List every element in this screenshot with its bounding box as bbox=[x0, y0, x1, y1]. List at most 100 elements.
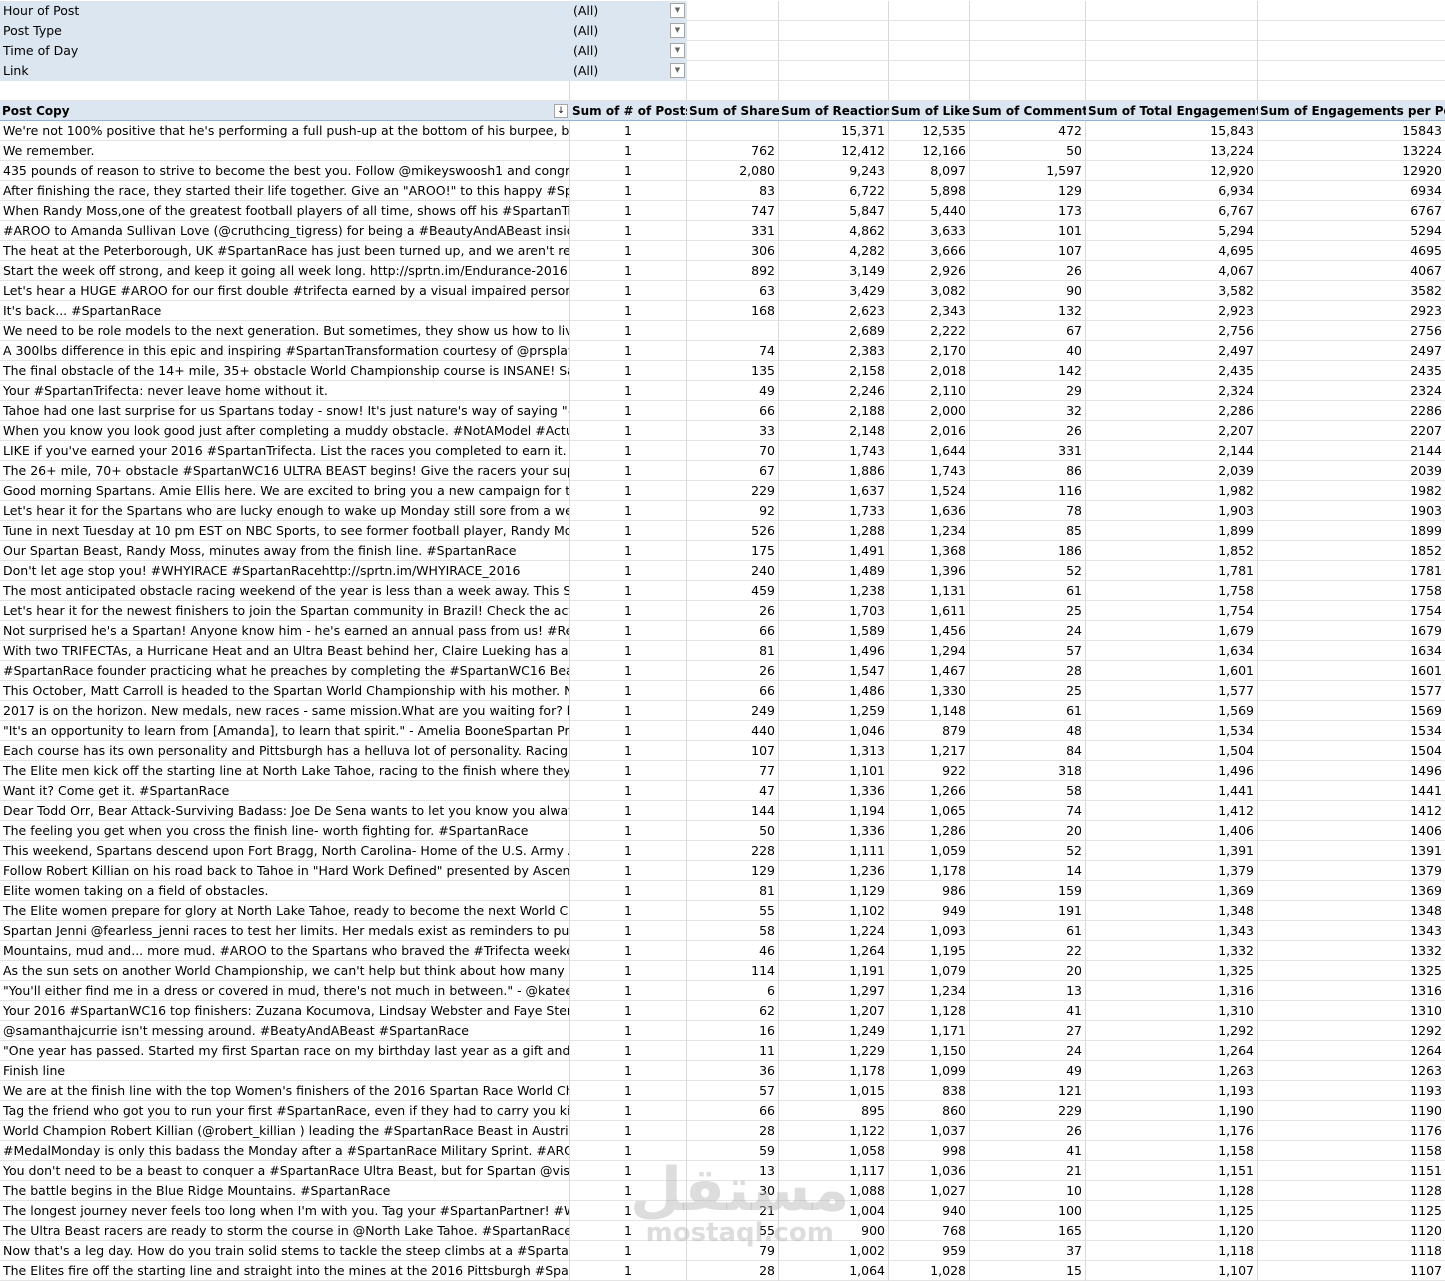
value-cell[interactable]: 121 bbox=[970, 1081, 1086, 1101]
value-cell[interactable]: 26 bbox=[970, 421, 1086, 441]
value-cell[interactable]: 1 bbox=[570, 741, 687, 761]
value-cell[interactable]: 32 bbox=[970, 401, 1086, 421]
value-cell[interactable]: 1310 bbox=[1258, 1001, 1445, 1021]
filter-value[interactable]: (All) ▼ bbox=[570, 61, 687, 81]
value-cell[interactable]: 1,368 bbox=[889, 541, 970, 561]
post-copy-cell[interactable]: The 26+ mile, 70+ obstacle #SpartanWC16 … bbox=[0, 461, 570, 481]
value-cell[interactable]: 37 bbox=[970, 1241, 1086, 1261]
value-cell[interactable]: 1,037 bbox=[889, 1121, 970, 1141]
value-cell[interactable]: 1 bbox=[570, 501, 687, 521]
value-cell[interactable]: 1,065 bbox=[889, 801, 970, 821]
value-cell[interactable]: 1,059 bbox=[889, 841, 970, 861]
value-cell[interactable]: 2,170 bbox=[889, 341, 970, 361]
value-cell[interactable]: 3,582 bbox=[1086, 281, 1258, 301]
value-cell[interactable]: 2,324 bbox=[1086, 381, 1258, 401]
value-cell[interactable]: 63 bbox=[687, 281, 779, 301]
value-cell[interactable]: 2497 bbox=[1258, 341, 1445, 361]
value-cell[interactable]: 5,847 bbox=[779, 201, 889, 221]
value-cell[interactable]: 25 bbox=[970, 601, 1086, 621]
value-cell[interactable]: 1 bbox=[570, 341, 687, 361]
value-cell[interactable]: 1,496 bbox=[1086, 761, 1258, 781]
value-cell[interactable]: 1,297 bbox=[779, 981, 889, 1001]
value-cell[interactable]: 1158 bbox=[1258, 1141, 1445, 1161]
value-cell[interactable]: 142 bbox=[970, 361, 1086, 381]
value-cell[interactable]: 1 bbox=[570, 281, 687, 301]
value-cell[interactable]: 1 bbox=[570, 761, 687, 781]
value-cell[interactable]: 1,491 bbox=[779, 541, 889, 561]
post-copy-cell[interactable]: Tahoe had one last surprise for us Spart… bbox=[0, 401, 570, 421]
value-cell[interactable]: 61 bbox=[970, 581, 1086, 601]
post-copy-cell[interactable]: The battle begins in the Blue Ridge Moun… bbox=[0, 1181, 570, 1201]
value-cell[interactable] bbox=[687, 121, 779, 141]
value-cell[interactable]: 1496 bbox=[1258, 761, 1445, 781]
post-copy-cell[interactable]: #MedalMonday is only this badass the Mon… bbox=[0, 1141, 570, 1161]
value-cell[interactable]: 107 bbox=[687, 741, 779, 761]
value-cell[interactable]: 9,243 bbox=[779, 161, 889, 181]
value-cell[interactable]: 1,379 bbox=[1086, 861, 1258, 881]
value-cell[interactable]: 1441 bbox=[1258, 781, 1445, 801]
value-cell[interactable]: 129 bbox=[687, 861, 779, 881]
value-cell[interactable]: 895 bbox=[779, 1101, 889, 1121]
value-cell[interactable]: 2,343 bbox=[889, 301, 970, 321]
post-copy-cell[interactable]: Tune in next Tuesday at 10 pm EST on NBC… bbox=[0, 521, 570, 541]
value-cell[interactable]: 101 bbox=[970, 221, 1086, 241]
post-copy-cell[interactable]: We're not 100% positive that he's perfor… bbox=[0, 121, 570, 141]
value-cell[interactable]: 2,923 bbox=[1086, 301, 1258, 321]
post-copy-cell[interactable]: After finishing the race, they started t… bbox=[0, 181, 570, 201]
value-cell[interactable]: 1,412 bbox=[1086, 801, 1258, 821]
post-copy-cell[interactable]: The heat at the Peterborough, UK #Sparta… bbox=[0, 241, 570, 261]
post-copy-cell[interactable]: Let's hear a HUGE #AROO for our first do… bbox=[0, 281, 570, 301]
value-cell[interactable]: 1412 bbox=[1258, 801, 1445, 821]
value-cell[interactable]: 1569 bbox=[1258, 701, 1445, 721]
dropdown-arrow-icon[interactable]: ▼ bbox=[670, 3, 685, 18]
value-cell[interactable] bbox=[687, 321, 779, 341]
value-cell[interactable]: 1,330 bbox=[889, 681, 970, 701]
value-cell[interactable]: 2,435 bbox=[1086, 361, 1258, 381]
value-cell[interactable]: 16 bbox=[687, 1021, 779, 1041]
value-cell[interactable]: 1634 bbox=[1258, 641, 1445, 661]
value-cell[interactable]: 1,406 bbox=[1086, 821, 1258, 841]
value-cell[interactable]: 1852 bbox=[1258, 541, 1445, 561]
value-cell[interactable]: 1 bbox=[570, 861, 687, 881]
value-cell[interactable]: 1,781 bbox=[1086, 561, 1258, 581]
post-copy-cell[interactable]: We are at the finish line with the top W… bbox=[0, 1081, 570, 1101]
value-cell[interactable]: 41 bbox=[970, 1001, 1086, 1021]
value-cell[interactable]: 21 bbox=[687, 1201, 779, 1221]
value-cell[interactable]: 3,149 bbox=[779, 261, 889, 281]
value-cell[interactable]: 249 bbox=[687, 701, 779, 721]
value-cell[interactable]: 1,128 bbox=[889, 1001, 970, 1021]
value-cell[interactable]: 1,467 bbox=[889, 661, 970, 681]
value-cell[interactable]: 2923 bbox=[1258, 301, 1445, 321]
value-cell[interactable]: 1,150 bbox=[889, 1041, 970, 1061]
value-cell[interactable]: 1,601 bbox=[1086, 661, 1258, 681]
post-copy-cell[interactable]: Elite women taking on a field of obstacl… bbox=[0, 881, 570, 901]
filter-value[interactable]: (All) ▼ bbox=[570, 1, 687, 21]
value-cell[interactable]: 1,679 bbox=[1086, 621, 1258, 641]
value-cell[interactable]: 1325 bbox=[1258, 961, 1445, 981]
value-cell[interactable]: 74 bbox=[687, 341, 779, 361]
value-cell[interactable]: 52 bbox=[970, 841, 1086, 861]
value-cell[interactable]: 1,236 bbox=[779, 861, 889, 881]
value-cell[interactable]: 5,294 bbox=[1086, 221, 1258, 241]
value-cell[interactable]: 175 bbox=[687, 541, 779, 561]
value-cell[interactable]: 2,000 bbox=[889, 401, 970, 421]
value-cell[interactable]: 1,292 bbox=[1086, 1021, 1258, 1041]
value-cell[interactable]: 1 bbox=[570, 681, 687, 701]
value-cell[interactable]: 2,158 bbox=[779, 361, 889, 381]
value-cell[interactable]: 1899 bbox=[1258, 521, 1445, 541]
value-cell[interactable]: 30 bbox=[687, 1181, 779, 1201]
value-cell[interactable]: 20 bbox=[970, 821, 1086, 841]
value-cell[interactable]: 12,412 bbox=[779, 141, 889, 161]
value-cell[interactable]: 13224 bbox=[1258, 141, 1445, 161]
value-cell[interactable]: 50 bbox=[687, 821, 779, 841]
value-cell[interactable]: 84 bbox=[970, 741, 1086, 761]
value-cell[interactable]: 318 bbox=[970, 761, 1086, 781]
value-cell[interactable]: 5294 bbox=[1258, 221, 1445, 241]
value-cell[interactable]: 1,217 bbox=[889, 741, 970, 761]
value-cell[interactable]: 66 bbox=[687, 401, 779, 421]
value-cell[interactable]: 1903 bbox=[1258, 501, 1445, 521]
value-cell[interactable]: 1,391 bbox=[1086, 841, 1258, 861]
post-copy-cell[interactable]: Want it? Come get it. #SpartanRace bbox=[0, 781, 570, 801]
value-cell[interactable]: 1,234 bbox=[889, 521, 970, 541]
value-cell[interactable]: 2207 bbox=[1258, 421, 1445, 441]
